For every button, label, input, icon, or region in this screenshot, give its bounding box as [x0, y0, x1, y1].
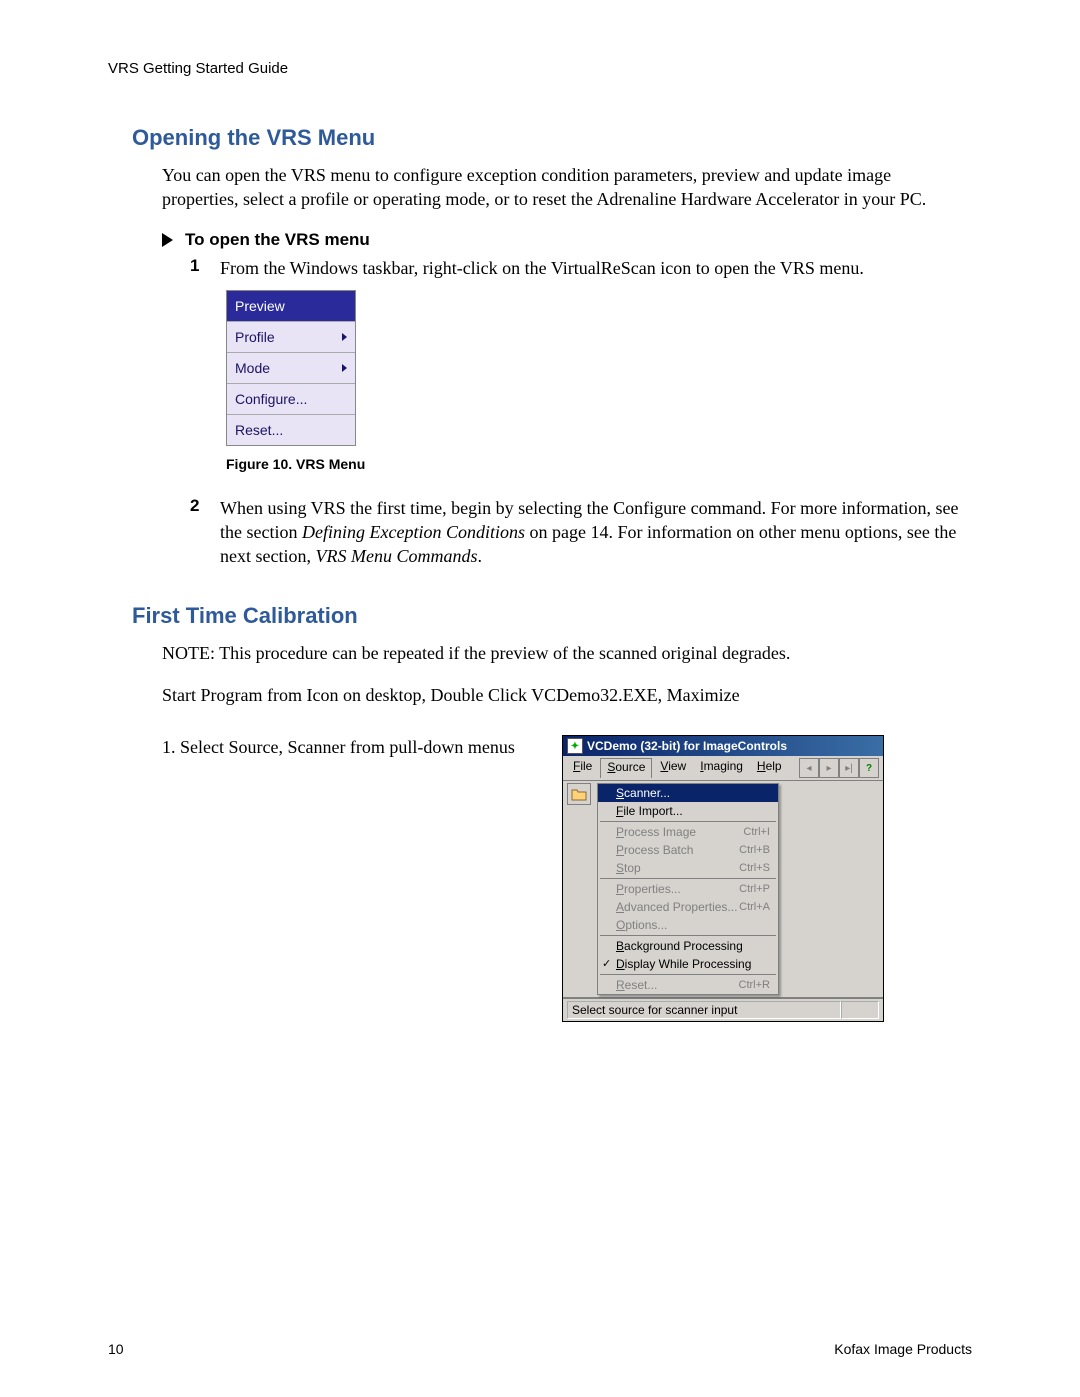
- section-opening-vrs-menu: Opening the VRS Menu: [132, 125, 972, 151]
- menubar: File Source View Imaging Help ◂ ▸ ▸| ?: [563, 756, 883, 781]
- menu-item-preview[interactable]: Preview: [227, 291, 355, 322]
- window-titlebar: ✦ VCDemo (32-bit) for ImageControls: [563, 736, 883, 756]
- nav-first-icon[interactable]: ◂: [799, 758, 819, 778]
- menu-item-profile[interactable]: Profile: [227, 322, 355, 353]
- submenu-arrow-icon: [342, 364, 347, 372]
- dropdown-label: Advanced Properties...: [616, 900, 737, 914]
- toolbar-nav: ◂ ▸ ▸| ?: [799, 758, 879, 778]
- dropdown-item[interactable]: Scanner...: [598, 784, 778, 802]
- dropdown-label: Display While Processing: [616, 957, 751, 971]
- calibration-note: NOTE: This procedure can be repeated if …: [162, 641, 972, 665]
- toolbar: Scanner... File Import... Process Image Ctr…: [563, 781, 883, 998]
- dropdown-label: Background Processing: [616, 939, 743, 953]
- menu-item-configure[interactable]: Configure...: [227, 384, 355, 415]
- figure-caption-vrs-menu: Figure 10. VRS Menu: [226, 456, 972, 472]
- text: .: [477, 546, 482, 566]
- shortcut-label: Ctrl+B: [739, 844, 770, 856]
- submenu-arrow-icon: [342, 333, 347, 341]
- step-text: When using VRS the first time, begin by …: [220, 496, 972, 569]
- menu-item-label: Mode: [235, 360, 270, 376]
- status-text: Select source for scanner input: [567, 1001, 841, 1019]
- menu-help[interactable]: Help: [751, 758, 788, 778]
- step-1: 1 From the Windows taskbar, right-click …: [190, 256, 972, 280]
- dropdown-label: Stop: [616, 861, 641, 875]
- window-title: VCDemo (32-bit) for ImageControls: [587, 739, 787, 753]
- dropdown-item: Reset... Ctrl+R: [598, 976, 778, 994]
- step-number: 2: [190, 496, 204, 569]
- dropdown-item: Advanced Properties...Ctrl+A: [598, 898, 778, 916]
- dropdown-label: Scanner...: [616, 786, 670, 800]
- menu-separator: [600, 821, 776, 822]
- menu-item-reset[interactable]: Reset...: [227, 415, 355, 445]
- step-2: 2 When using VRS the first time, begin b…: [190, 496, 972, 569]
- source-dropdown: Scanner... File Import... Process Image Ctr…: [597, 783, 779, 995]
- procedure-title: To open the VRS menu: [185, 230, 370, 250]
- emphasis: Defining Exception Conditions: [302, 522, 525, 542]
- dropdown-item[interactable]: File Import...: [598, 802, 778, 820]
- dropdown-item: Stop Ctrl+S: [598, 859, 778, 877]
- menu-item-label: Configure...: [235, 391, 307, 407]
- dropdown-item[interactable]: ✓ Display While Processing: [598, 955, 778, 973]
- calibration-start: Start Program from Icon on desktop, Doub…: [162, 683, 972, 707]
- shortcut-label: Ctrl+S: [739, 862, 770, 874]
- page-footer: 10 Kofax Image Products: [108, 1341, 972, 1357]
- menu-item-label: Preview: [235, 298, 285, 314]
- dropdown-item: Options...: [598, 916, 778, 934]
- menu-separator: [600, 935, 776, 936]
- dropdown-item: Process Image Ctrl+I: [598, 823, 778, 841]
- menu-item-label: Reset...: [235, 422, 283, 438]
- menu-separator: [600, 974, 776, 975]
- statusbar: Select source for scanner input: [563, 998, 883, 1021]
- dropdown-label: Process Image: [616, 825, 696, 839]
- section-first-time-calibration: First Time Calibration: [132, 603, 972, 629]
- footer-right: Kofax Image Products: [834, 1341, 972, 1357]
- procedure-heading: To open the VRS menu: [162, 230, 972, 250]
- menu-imaging[interactable]: Imaging: [694, 758, 749, 778]
- calibration-step1: 1. Select Source, Scanner from pull-down…: [162, 735, 522, 759]
- dropdown-item: Properties... Ctrl+P: [598, 880, 778, 898]
- check-icon: ✓: [602, 957, 611, 970]
- menu-separator: [600, 878, 776, 879]
- dropdown-item[interactable]: Background Processing: [598, 937, 778, 955]
- vrs-context-menu: Preview Profile Mode Configure... Reset.…: [226, 290, 356, 446]
- nav-prev-icon[interactable]: ▸: [819, 758, 839, 778]
- status-cell: [841, 1001, 879, 1019]
- menu-item-label: Profile: [235, 329, 275, 345]
- shortcut-label: Ctrl+A: [739, 901, 770, 913]
- dropdown-label: Properties...: [616, 882, 681, 896]
- open-folder-icon[interactable]: [567, 783, 591, 805]
- dropdown-label: Reset...: [616, 978, 657, 992]
- shortcut-label: Ctrl+R: [739, 979, 770, 991]
- app-icon: ✦: [567, 738, 583, 754]
- step-number: 1: [190, 256, 204, 280]
- help-icon[interactable]: ?: [859, 758, 879, 778]
- dropdown-label: Options...: [616, 918, 667, 932]
- nav-last-icon[interactable]: ▸|: [839, 758, 859, 778]
- dropdown-item: Process Batch Ctrl+B: [598, 841, 778, 859]
- menu-source[interactable]: Source: [600, 758, 652, 778]
- triangle-icon: [162, 233, 173, 247]
- emphasis: VRS Menu Commands: [315, 546, 477, 566]
- menu-item-mode[interactable]: Mode: [227, 353, 355, 384]
- vcdemo-window: ✦ VCDemo (32-bit) for ImageControls File…: [562, 735, 884, 1022]
- menu-view[interactable]: View: [654, 758, 692, 778]
- shortcut-label: Ctrl+P: [739, 883, 770, 895]
- page-header: VRS Getting Started Guide: [108, 60, 972, 77]
- menu-file[interactable]: File: [567, 758, 598, 778]
- shortcut-label: Ctrl+I: [743, 826, 770, 838]
- dropdown-label: File Import...: [616, 804, 683, 818]
- section1-intro: You can open the VRS menu to configure e…: [162, 163, 972, 212]
- page-number: 10: [108, 1341, 124, 1357]
- dropdown-label: Process Batch: [616, 843, 693, 857]
- step-text: From the Windows taskbar, right-click on…: [220, 256, 972, 280]
